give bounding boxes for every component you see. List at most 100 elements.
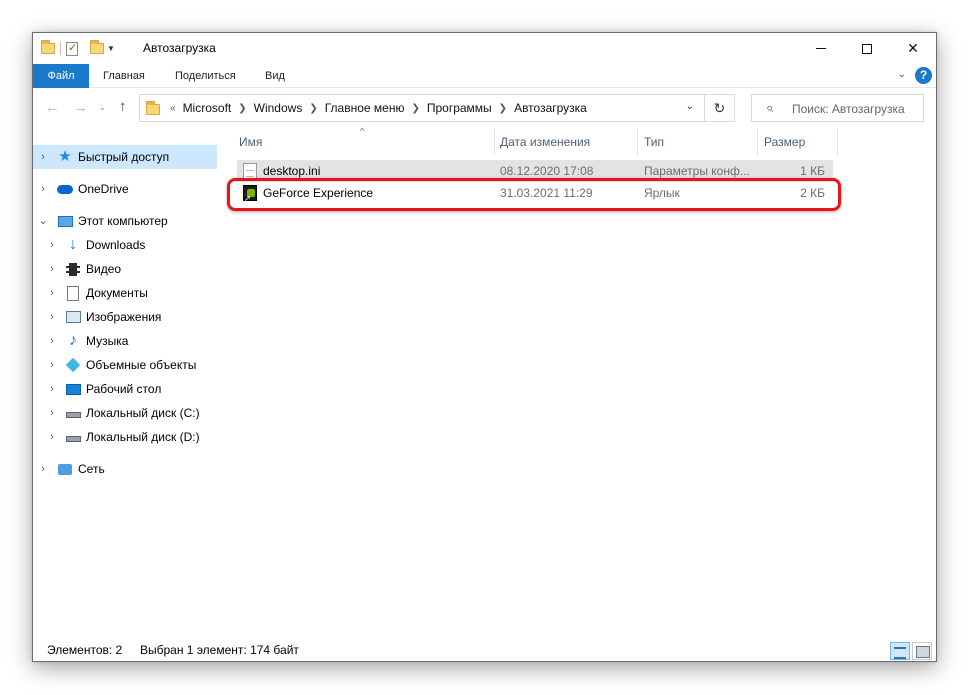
- close-button[interactable]: ✕: [890, 33, 936, 64]
- sidebar-item-label: Этот компьютер: [78, 214, 168, 228]
- highlight-annotation: [227, 178, 841, 211]
- downloads-icon: ↓: [69, 236, 77, 253]
- sidebar-item-label: Изображения: [86, 310, 162, 324]
- settings-file-icon: [243, 163, 257, 179]
- chevron-right-icon[interactable]: ›: [46, 329, 58, 353]
- forward-arrow-icon[interactable]: →: [73, 99, 88, 116]
- explorer-window: ▼ Автозагрузка ✕ Файл Главная Поделиться…: [32, 32, 937, 662]
- recent-locations-icon[interactable]: ⌄: [99, 103, 106, 112]
- sidebar-item-label: Рабочий стол: [86, 382, 162, 396]
- cloud-icon: [57, 181, 73, 197]
- minimize-button[interactable]: [798, 33, 844, 64]
- breadcrumb-microsoft[interactable]: Microsoft: [183, 101, 232, 115]
- column-divider[interactable]: [757, 129, 758, 155]
- chevron-down-icon[interactable]: ⌄: [37, 209, 49, 233]
- chevron-right-icon[interactable]: ›: [37, 457, 49, 481]
- chevron-down-icon[interactable]: ⌄: [686, 101, 694, 112]
- chevron-right-icon[interactable]: ›: [37, 145, 49, 169]
- details-view-button[interactable]: [890, 642, 910, 660]
- large-icons-view-button[interactable]: [912, 642, 932, 660]
- breadcrumb-startup[interactable]: Автозагрузка: [514, 101, 587, 115]
- chevron-right-icon[interactable]: ›: [37, 177, 49, 201]
- sort-ascending-icon: ^: [360, 126, 365, 136]
- overflow-crumbs[interactable]: «: [170, 103, 176, 114]
- chevron-right-icon[interactable]: ›: [46, 257, 58, 281]
- chevron-down-icon[interactable]: ▼: [107, 44, 115, 53]
- column-header-type[interactable]: Тип: [644, 129, 664, 155]
- chevron-right-icon[interactable]: ›: [46, 233, 58, 257]
- sidebar-item-label: Объемные объекты: [86, 358, 197, 372]
- tab-home[interactable]: Главная: [89, 64, 159, 88]
- column-divider[interactable]: [494, 129, 495, 155]
- video-icon: [65, 261, 81, 277]
- chevron-right-icon[interactable]: ❯: [309, 103, 317, 114]
- minimize-icon: [816, 48, 826, 49]
- sidebar-item-quick-access[interactable]: › ★ Быстрый доступ: [33, 145, 217, 169]
- tab-view[interactable]: Вид: [251, 64, 299, 88]
- maximize-button[interactable]: [844, 33, 890, 64]
- column-header-size[interactable]: Размер: [764, 129, 805, 155]
- properties-icon[interactable]: [66, 41, 78, 56]
- maximize-icon: [862, 43, 872, 54]
- chevron-right-icon[interactable]: ❯: [499, 103, 507, 114]
- search-icon: ⌕: [766, 100, 774, 115]
- pictures-icon: [65, 309, 81, 325]
- selection-info: Выбран 1 элемент: 174 байт: [140, 643, 299, 657]
- new-folder-icon[interactable]: [90, 40, 104, 54]
- sidebar-item-label: OneDrive: [78, 182, 129, 196]
- tab-share[interactable]: Поделиться: [161, 64, 250, 88]
- ribbon-tabs: Файл Главная Поделиться Вид ⌄ ?: [33, 64, 936, 88]
- chevron-right-icon[interactable]: ›: [46, 281, 58, 305]
- sidebar-item-label: Музыка: [86, 334, 129, 348]
- computer-icon: [57, 213, 73, 229]
- quick-access-toolbar: ▼: [41, 40, 115, 57]
- chevron-right-icon[interactable]: ›: [46, 305, 58, 329]
- chevron-right-icon[interactable]: ›: [46, 377, 58, 401]
- column-header-date[interactable]: Дата изменения: [500, 129, 590, 155]
- sidebar-item-label: Downloads: [86, 238, 146, 252]
- item-count: Элементов: 2: [47, 643, 123, 657]
- breadcrumb-programs[interactable]: Программы: [427, 101, 492, 115]
- sidebar-item-label: Сеть: [78, 462, 105, 476]
- sidebar-item-label: Быстрый доступ: [78, 150, 170, 164]
- status-bar: Элементов: 2 Выбран 1 элемент: 174 байт: [33, 639, 936, 661]
- column-header-name[interactable]: Имя: [239, 129, 262, 155]
- window-title: Автозагрузка: [143, 41, 216, 55]
- toolbar-separator: [60, 42, 61, 55]
- expand-ribbon-icon[interactable]: ⌄: [898, 69, 906, 80]
- music-icon: ♪: [69, 332, 77, 349]
- sidebar-item-label: Видео: [86, 262, 122, 276]
- column-divider[interactable]: [837, 129, 838, 155]
- drive-icon: [65, 405, 81, 421]
- chevron-right-icon[interactable]: ›: [46, 425, 58, 449]
- close-icon: ✕: [907, 40, 919, 56]
- sidebar-item-label: Локальный диск (D:): [86, 430, 200, 444]
- search-input[interactable]: ⌕ Поиск: Автозагрузка: [751, 94, 924, 122]
- folder-icon: [146, 101, 160, 115]
- desktop-icon: [65, 381, 81, 397]
- documents-icon: [65, 285, 81, 301]
- help-icon[interactable]: ?: [915, 67, 932, 84]
- chevron-right-icon[interactable]: ❯: [411, 103, 419, 114]
- breadcrumb-start-menu[interactable]: Главное меню: [325, 101, 405, 115]
- sidebar-item-label: Локальный диск (C:): [86, 406, 200, 420]
- breadcrumb-windows[interactable]: Windows: [254, 101, 303, 115]
- folder-icon: [41, 40, 55, 54]
- navigation-bar: ← → ⌄ ↑ « Microsoft ❯ Windows ❯ Главное …: [33, 89, 936, 127]
- chevron-right-icon[interactable]: ›: [46, 353, 58, 377]
- search-placeholder: Поиск: Автозагрузка: [792, 102, 905, 116]
- chevron-right-icon[interactable]: ›: [46, 401, 58, 425]
- up-arrow-icon[interactable]: ↑: [119, 98, 127, 115]
- tab-file[interactable]: Файл: [33, 64, 89, 88]
- title-bar: ▼ Автозагрузка ✕: [33, 33, 936, 64]
- column-divider[interactable]: [637, 129, 638, 155]
- drive-icon: [65, 429, 81, 445]
- sidebar-item-label: Документы: [86, 286, 148, 300]
- star-icon: ★: [58, 148, 72, 165]
- network-icon: [57, 461, 73, 477]
- 3d-objects-icon: [65, 357, 81, 373]
- refresh-icon[interactable]: ↻: [704, 95, 734, 121]
- chevron-right-icon[interactable]: ❯: [238, 103, 246, 114]
- back-arrow-icon[interactable]: ←: [45, 99, 60, 116]
- address-bar[interactable]: « Microsoft ❯ Windows ❯ Главное меню ❯ П…: [139, 94, 735, 122]
